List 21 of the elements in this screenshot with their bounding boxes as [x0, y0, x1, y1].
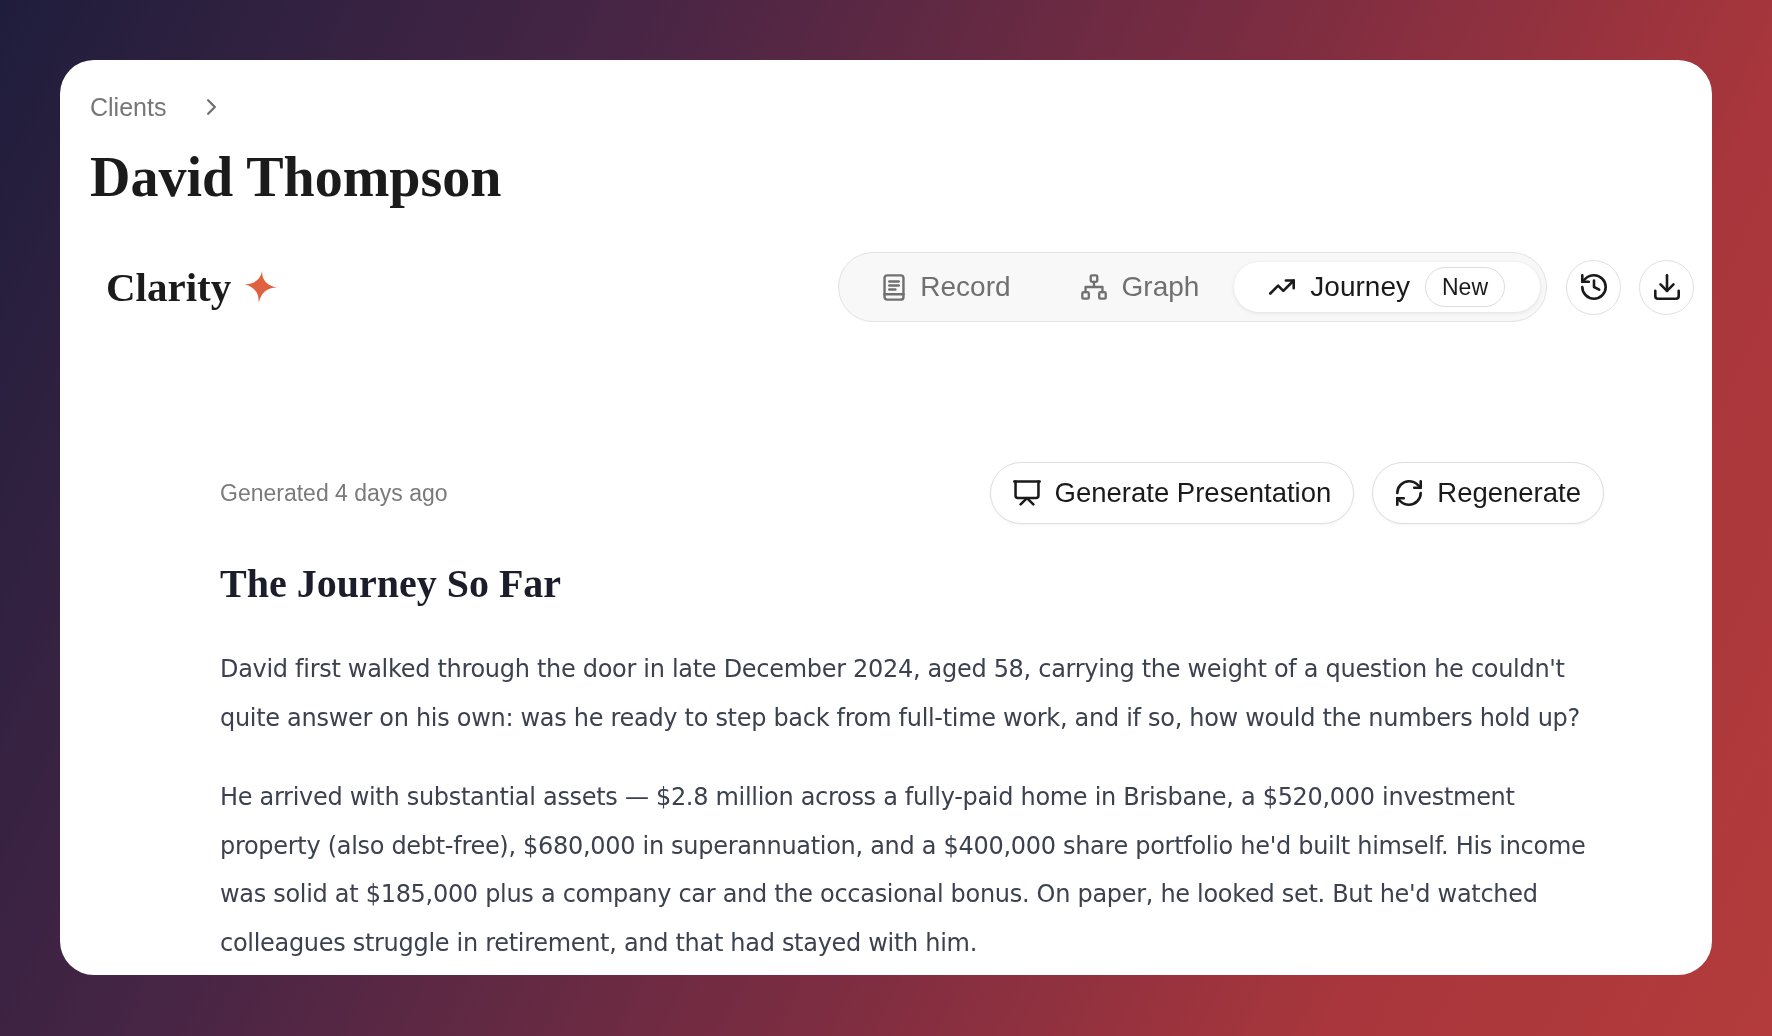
chevron-right-icon — [207, 99, 217, 115]
hierarchy-icon — [1080, 274, 1107, 300]
sparkle-icon — [245, 271, 278, 303]
presentation-icon — [1012, 480, 1041, 506]
journey-paragraph: David first walked through the door in late December 2024, aged 58, carrying the weight of a question he couldn't quite answer on his own: was he ready to step back from full-time work, and if so, how would the numbers hold up? — [220, 654, 1581, 734]
history-icon — [1580, 274, 1607, 300]
section-heading: The Journey So Far — [220, 560, 562, 608]
view-tab[interactable]: Graph — [1045, 262, 1235, 312]
brand-name: Clarity — [106, 263, 232, 311]
generate-presentation-button[interactable]: Generate Presentation — [989, 462, 1355, 524]
new-badge: New — [1425, 267, 1505, 307]
client-name: David Thompson — [90, 145, 502, 209]
regenerate-button[interactable]: Regenerate — [1372, 462, 1604, 524]
view-tab[interactable]: Journey New — [1234, 262, 1540, 312]
breadcrumb-link[interactable]: Clients — [90, 92, 167, 122]
download-icon — [1653, 274, 1680, 300]
refresh-icon — [1395, 480, 1424, 506]
journey-paragraph: He arrived with substantial assets — $2.8 million across a fully-paid home in Brisbane, a $520,000 investment property (also debt-free), $680,000 in superannuation, and a $400,000 share portfolio he'd built himself. His income was solid at $185,000 plus a company car and the occasional bonus. On paper, he looked set. But he'd watched colleagues struggle in retirement, and that had stayed with him. — [220, 782, 1587, 959]
generated-time: Generated 4 days ago — [220, 479, 448, 507]
view-tab[interactable]: Record — [848, 262, 1046, 312]
document-icon — [883, 273, 906, 301]
